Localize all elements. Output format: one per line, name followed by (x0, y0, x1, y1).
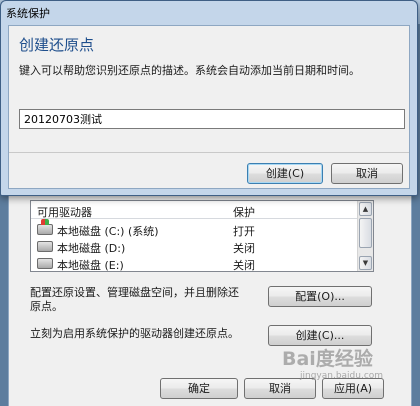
parent-cancel-button[interactable]: 取消 (244, 378, 316, 399)
dialog-divider (9, 152, 409, 153)
apply-button[interactable]: 应用(A) (322, 378, 384, 399)
watermark-logo: Bai度经验 (282, 348, 373, 370)
drive-list[interactable]: 可用驱动器 保护 本地磁盘 (C:) (系统) 打开 本地磁盘 (D:) 关闭 … (30, 200, 374, 272)
cancel-button[interactable]: 取消 (331, 163, 403, 184)
column-header-protection: 保护 (233, 206, 255, 219)
configure-button[interactable]: 配置(O)... (268, 286, 372, 307)
drive-protection: 关闭 (233, 259, 255, 272)
drive-protection: 关闭 (233, 242, 255, 255)
create-restore-point-button[interactable]: 创建(C)... (268, 325, 372, 346)
drive-protection: 打开 (233, 225, 255, 238)
dialog-title: 系统保护 (6, 7, 50, 20)
create-description: 立刻为启用系统保护的驱动器创建还原点。 (30, 327, 239, 340)
column-header-drives: 可用驱动器 (37, 206, 92, 219)
dialog-description: 键入可以帮助您识别还原点的描述。系统会自动添加当前日期和时间。 (19, 64, 360, 77)
ok-button[interactable]: 确定 (160, 378, 238, 399)
drive-name: 本地磁盘 (C:) (系统) (57, 225, 159, 238)
drive-name: 本地磁盘 (D:) (57, 242, 126, 255)
drive-name: 本地磁盘 (E:) (57, 259, 124, 272)
drive-row-e[interactable]: 本地磁盘 (E:) 关闭 (31, 255, 357, 272)
drive-row-c[interactable]: 本地磁盘 (C:) (系统) 打开 (31, 219, 357, 238)
drive-row-d[interactable]: 本地磁盘 (D:) 关闭 (31, 238, 357, 255)
create-button[interactable]: 创建(C) (247, 163, 323, 184)
drive-list-header: 可用驱动器 保护 (31, 201, 357, 219)
watermark-url: jingyan.baidu.com (300, 371, 384, 381)
configure-description-line2: 原点。 (30, 300, 63, 313)
scroll-thumb[interactable] (359, 218, 372, 248)
scroll-down-icon[interactable]: ▼ (359, 256, 372, 270)
drive-icon (37, 258, 53, 269)
system-drive-icon (37, 219, 53, 235)
scroll-up-icon[interactable]: ▲ (359, 202, 372, 216)
drive-list-scrollbar[interactable]: ▲ ▼ (357, 201, 373, 271)
dialog-content: 创建还原点 键入可以帮助您识别还原点的描述。系统会自动添加当前日期和时间。 创建… (8, 25, 410, 189)
drive-icon (37, 241, 53, 252)
restore-point-name-input[interactable] (19, 109, 405, 129)
create-restore-point-dialog: 系统保护 创建还原点 键入可以帮助您识别还原点的描述。系统会自动添加当前日期和时… (0, 0, 418, 196)
dialog-heading: 创建还原点 (19, 36, 95, 54)
